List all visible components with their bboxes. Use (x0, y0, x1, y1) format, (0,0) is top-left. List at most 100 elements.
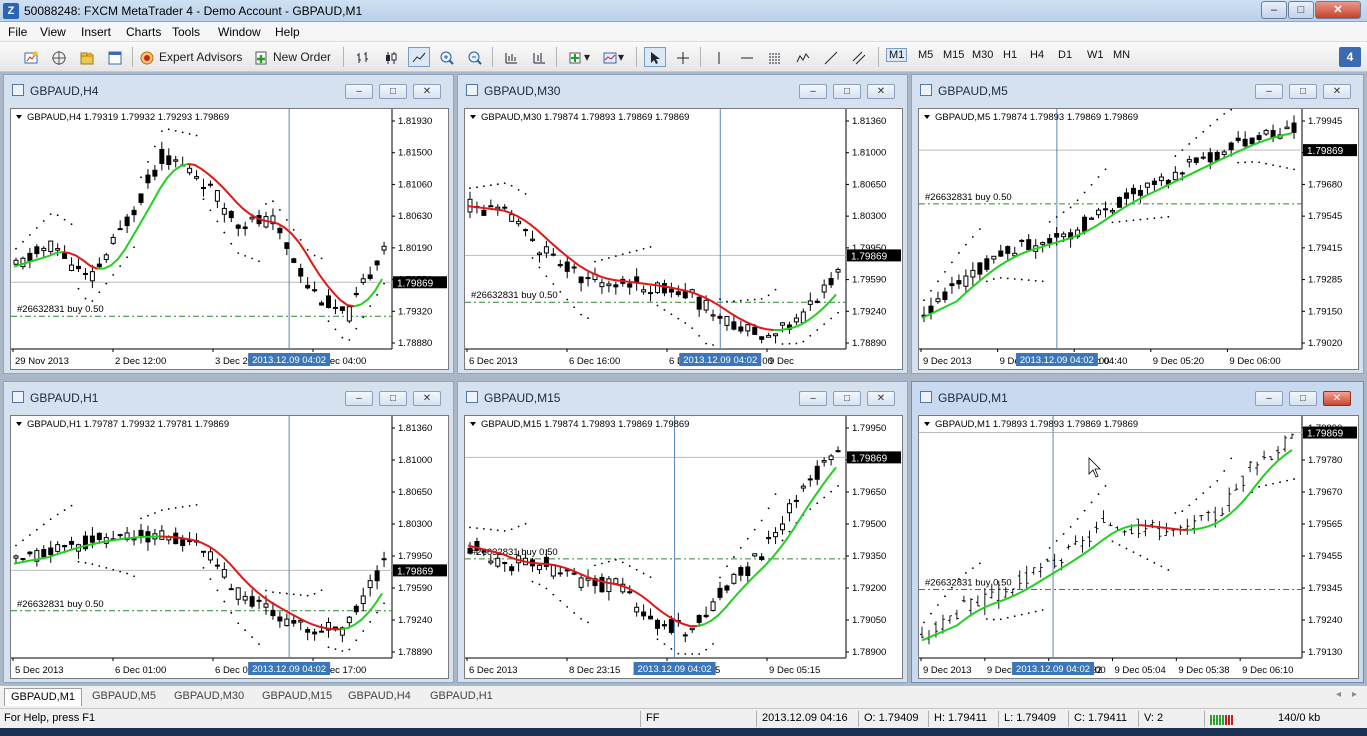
tab-scroll-right-icon[interactable]: ▸ (1352, 689, 1357, 700)
menu-window[interactable]: Window (218, 25, 261, 39)
chart-maximize-button[interactable]: □ (379, 391, 407, 406)
price-axis-label: 1.81000 (852, 148, 886, 159)
timeframe-m15[interactable]: M15 (943, 49, 964, 61)
chart-window-titlebar[interactable]: GBPAUD,M30 – □ ✕ (462, 75, 903, 107)
chart-minimize-button[interactable]: – (345, 84, 373, 99)
market-watch-icon[interactable] (48, 47, 70, 67)
expert-advisors-button[interactable]: Expert Advisors (138, 47, 248, 67)
chart-close-button[interactable]: ✕ (413, 84, 441, 99)
chart-window-m1[interactable]: GBPAUD,M1 – □ ✕ 1.798901.797801.796701.7… (911, 381, 1364, 683)
sar-dot (77, 287, 80, 290)
line-chart-icon[interactable] (408, 47, 430, 67)
timeframe-m1[interactable]: M1 (886, 48, 908, 62)
chart-close-button[interactable]: ✕ (867, 84, 895, 99)
horizontal-line-icon[interactable] (736, 47, 758, 67)
crosshair-icon[interactable] (672, 47, 694, 67)
chart-minimize-button[interactable]: – (799, 391, 827, 406)
chart-canvas[interactable]: 1.81360 1.81000 1.80650 1.80300 1.79950 1.795… (464, 108, 903, 370)
fibonacci-icon[interactable] (764, 47, 786, 67)
cursor-icon[interactable] (644, 47, 666, 67)
chart-window-titlebar[interactable]: GBPAUD,M1 – □ ✕ (916, 382, 1359, 414)
chart-window-m5[interactable]: GBPAUD,M5 – □ ✕ 1.799451.798101.796801.7… (911, 74, 1364, 374)
chart-window-titlebar[interactable]: GBPAUD,H4 – □ ✕ (8, 75, 449, 107)
indicators-icon[interactable]: ▾ (564, 47, 594, 67)
candlestick-icon[interactable] (380, 47, 402, 67)
menu-tools[interactable]: Tools (172, 25, 200, 39)
sar-dot (355, 639, 358, 642)
sar-dot (112, 568, 115, 571)
menu-view[interactable]: View (40, 25, 66, 39)
zoom-in-icon[interactable] (436, 47, 458, 67)
chart-minimize-button[interactable]: – (345, 391, 373, 406)
menu-charts[interactable]: Charts (126, 25, 161, 39)
timeframe-d1[interactable]: D1 (1058, 49, 1072, 61)
chart-window-titlebar[interactable]: GBPAUD,M15 – □ ✕ (462, 382, 903, 414)
chart-window-h1[interactable]: GBPAUD,H1 – □ ✕ 1.81360 1.81000 1.80650 1.8… (3, 381, 454, 683)
vertical-line-icon[interactable] (708, 47, 730, 67)
candle (1130, 187, 1136, 195)
chart-maximize-button[interactable]: □ (833, 84, 861, 99)
chart-canvas[interactable]: 1.819301.815001.810601.806301.801901.797… (10, 108, 449, 370)
chart-maximize-button[interactable]: □ (833, 391, 861, 406)
timeframe-h1[interactable]: H1 (1003, 49, 1017, 61)
trendline-icon[interactable] (820, 47, 842, 67)
chart-canvas[interactable]: 1.799451.798101.796801.795451.794151.792… (918, 108, 1359, 370)
tab-gbpaud-m5[interactable]: GBPAUD,M5 (86, 688, 162, 706)
auto-scroll-icon[interactable] (500, 47, 522, 67)
tab-gbpaud-h1[interactable]: GBPAUD,H1 (424, 688, 499, 706)
new-order-button[interactable]: New Order (252, 47, 336, 67)
menu-help[interactable]: Help (275, 25, 300, 39)
navigator-icon[interactable] (76, 47, 98, 67)
sar-dot (334, 648, 337, 651)
periods-icon[interactable]: ▾ (598, 47, 628, 67)
chart-close-button[interactable]: ✕ (867, 391, 895, 406)
chart-close-button[interactable]: ✕ (1323, 391, 1351, 406)
zoom-out-icon[interactable] (464, 47, 486, 67)
chart-close-button[interactable]: ✕ (1323, 84, 1351, 99)
chart-window-h4[interactable]: GBPAUD,H4 – □ ✕ 1.81930 1.81500 1.81060 1.8… (3, 74, 454, 374)
sar-dot (1041, 280, 1044, 283)
chart-maximize-button[interactable]: □ (379, 84, 407, 99)
pitchfork-icon[interactable] (792, 47, 814, 67)
chart-window-titlebar[interactable]: GBPAUD,M5 – □ ✕ (916, 75, 1359, 107)
timeframe-w1[interactable]: W1 (1087, 49, 1104, 61)
chart-minimize-button[interactable]: – (1255, 84, 1283, 99)
chart-window-m30[interactable]: GBPAUD,M30 – □ ✕ 1.81360 1.81000 1.80650 1.… (457, 74, 908, 374)
channel-icon[interactable] (848, 47, 870, 67)
sar-dot (545, 587, 548, 590)
sar-dot (265, 202, 267, 205)
chart-maximize-button[interactable]: □ (1289, 84, 1317, 99)
chart-close-button[interactable]: ✕ (413, 391, 441, 406)
maximize-button[interactable]: □ (1288, 1, 1314, 19)
new-chart-icon[interactable] (20, 47, 42, 67)
timeframe-m30[interactable]: M30 (972, 49, 993, 61)
chart-maximize-button[interactable]: □ (1289, 391, 1317, 406)
notifications-icon[interactable]: 4 (1339, 47, 1361, 67)
menu-insert[interactable]: Insert (81, 25, 111, 39)
terminal-icon[interactable] (104, 47, 126, 67)
timeframe-h4[interactable]: H4 (1030, 49, 1044, 61)
candle (641, 611, 647, 617)
tab-gbpaud-m1[interactable]: GBPAUD,M1 (4, 688, 82, 706)
chart-window-m15[interactable]: GBPAUD,M15 – □ ✕ 1.799501.798001.796501.… (457, 381, 908, 683)
tab-scroll-left-icon[interactable]: ◂ (1336, 689, 1341, 700)
chart-canvas[interactable]: 1.799501.798001.796501.795001.793501.792… (464, 415, 903, 679)
sar-dot (1223, 470, 1226, 472)
tab-gbpaud-m30[interactable]: GBPAUD,M30 (168, 688, 250, 706)
close-button[interactable]: ✕ (1315, 1, 1361, 19)
tab-gbpaud-h4[interactable]: GBPAUD,H4 (342, 688, 417, 706)
minimize-button[interactable]: – (1261, 1, 1287, 19)
sar-dot (56, 214, 59, 217)
chart-canvas[interactable]: 1.798901.797801.796701.795651.794551.793… (918, 415, 1359, 679)
menu-file[interactable]: File (8, 25, 27, 39)
timeframe-m5[interactable]: M5 (918, 49, 933, 61)
timeframe-mn[interactable]: MN (1113, 49, 1130, 61)
bar-chart-icon[interactable] (352, 47, 374, 67)
tab-gbpaud-m15[interactable]: GBPAUD,M15 (256, 688, 338, 706)
chart-minimize-button[interactable]: – (799, 84, 827, 99)
chart-minimize-button[interactable]: – (1255, 391, 1283, 406)
chart-window-titlebar[interactable]: GBPAUD,H1 – □ ✕ (8, 382, 449, 414)
chart-shift-icon[interactable] (528, 47, 550, 67)
chart-canvas[interactable]: 1.81360 1.81000 1.80650 1.80300 1.79950 1.795… (10, 415, 449, 679)
sar-dot (732, 300, 735, 303)
